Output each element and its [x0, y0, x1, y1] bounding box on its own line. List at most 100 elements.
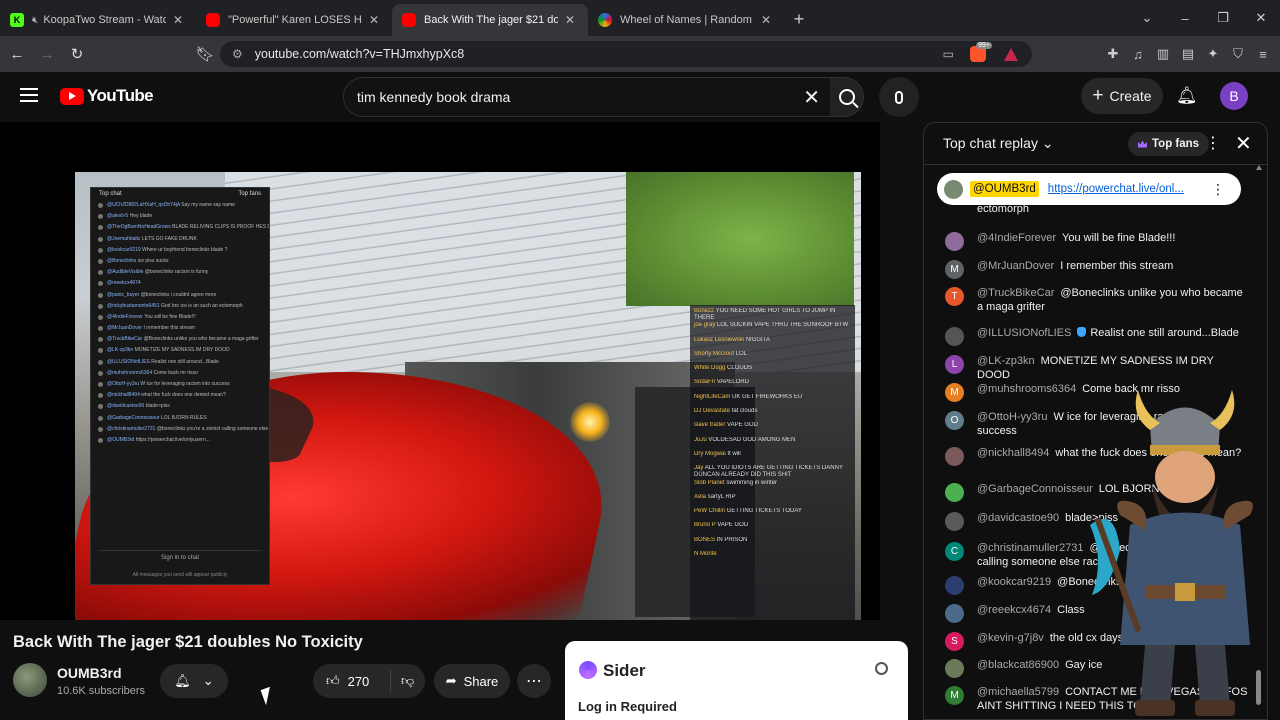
ai-sparkle-icon[interactable]: ✦ — [1204, 46, 1222, 62]
wallet-icon[interactable]: ▤ — [1179, 46, 1197, 62]
brave-rewards-icon[interactable] — [1004, 47, 1018, 61]
chat-author-name[interactable]: @kookcar9219 — [977, 576, 1051, 588]
new-tab-button[interactable]: + — [784, 4, 814, 34]
chat-message[interactable]: T @TruckBikeCar @Boneclinks unlike you who… — [924, 287, 1259, 314]
youtube-logo[interactable]: YouTube — [60, 86, 154, 106]
chat-author-avatar[interactable] — [945, 604, 964, 623]
chat-message[interactable]: M @MrJuanDover I remember this stream — [924, 260, 1259, 279]
minimize-button[interactable]: – — [1166, 11, 1204, 26]
pinned-author[interactable]: @OUMB3rd — [970, 181, 1039, 197]
chat-author-name[interactable]: @GarbageConnoisseur — [977, 483, 1093, 495]
sider-settings-icon[interactable] — [875, 662, 888, 675]
forward-button[interactable]: → — [34, 41, 60, 67]
scroll-up-arrow-icon[interactable] — [1256, 165, 1262, 170]
notifications-bell-icon[interactable]: 🔔︎ — [1176, 86, 1198, 106]
chat-author-avatar[interactable] — [945, 483, 964, 502]
chat-author-avatar[interactable]: T — [945, 287, 964, 306]
chat-mode-dropdown[interactable]: Top chat replay ⌄ — [943, 135, 1054, 152]
pinned-message[interactable]: @OUMB3rd https://powerchat.live/onl... ⋮ — [937, 173, 1241, 205]
pinned-more-icon[interactable]: ⋮ — [1211, 181, 1225, 198]
browser-tab[interactable]: Back With The jager $21 doub ✕ — [392, 4, 588, 36]
chat-author-avatar[interactable] — [945, 447, 964, 466]
browser-tab[interactable]: "Powerful" Karen LOSES HER MIND W ✕ — [196, 4, 392, 36]
chat-author-name[interactable]: @ILLUSIONofLIES — [977, 327, 1071, 339]
chat-author-avatar[interactable]: S — [945, 632, 964, 651]
search-input[interactable]: tim kennedy book drama ✕ — [343, 77, 831, 117]
chat-author-name[interactable]: @4IndieForever — [977, 232, 1056, 244]
chat-author-name[interactable]: @OttoH-yy3ru — [977, 411, 1047, 423]
stream-chat-text: LOL SUCKIN VAPE THRU THE SUNROOF BTW — [717, 322, 849, 329]
channel-avatar[interactable] — [13, 663, 47, 697]
browser-tab[interactable]: K 🔇︎ KoopaTwo Stream - Watch Live o ✕ — [0, 4, 196, 36]
chat-author-name[interactable]: @nickhall8494 — [977, 447, 1049, 459]
search-button[interactable] — [830, 77, 864, 117]
chat-author-avatar[interactable]: L — [945, 355, 964, 374]
close-chat-icon[interactable]: ✕ — [1235, 131, 1252, 156]
chat-author-name[interactable]: @MrJuanDover — [977, 260, 1054, 272]
maximize-button[interactable]: ❐ — [1204, 10, 1242, 26]
chat-author-name[interactable]: @TruckBikeCar — [977, 287, 1054, 299]
dislike-button[interactable]: 👎︎ — [391, 673, 414, 689]
bookmark-icon[interactable]: 🔖︎ — [192, 41, 218, 67]
cast-icon[interactable]: ▭ — [943, 47, 954, 61]
voice-search-button[interactable] — [879, 77, 919, 117]
video-frame[interactable]: Top chat Top fans @UCh2D882LaHXaH_qxDh74… — [75, 172, 861, 620]
chat-message[interactable]: ectomorph — [924, 203, 1259, 217]
overlay-chat-line: @nickhall8494 what the fuck does one den… — [91, 390, 269, 401]
close-tab-icon[interactable]: ✕ — [170, 12, 186, 28]
chat-author-avatar[interactable]: O — [945, 411, 964, 430]
chat-author-name[interactable]: @davidcastoe90 — [977, 512, 1059, 524]
chat-author-avatar[interactable] — [945, 659, 964, 678]
address-bar[interactable]: ⚙ youtube.com/watch?v=THJmxhypXc8 ▭ 99+ — [220, 41, 1032, 67]
chat-author-name[interactable]: @kevin-g7j8v — [977, 632, 1044, 644]
notification-settings-button[interactable]: 🔔︎ ⌄ — [160, 664, 228, 698]
chat-author-avatar[interactable]: M — [945, 383, 964, 402]
sider-login-required[interactable]: Log in Required — [578, 699, 677, 714]
close-window-button[interactable]: ✕ — [1242, 10, 1280, 26]
sidebar-icon[interactable]: ▥ — [1154, 46, 1172, 62]
chat-message[interactable]: @4IndieForever You will be fine Blade!!! — [924, 232, 1259, 251]
chat-author-name[interactable]: @michaella5799 — [977, 686, 1059, 698]
like-button[interactable]: 👍︎ 270 — [313, 670, 391, 692]
muted-tab-icon[interactable]: 🔇︎ — [32, 15, 38, 26]
more-actions-button[interactable]: ⋯ — [517, 664, 551, 698]
menu-icon[interactable] — [20, 88, 38, 102]
top-fans-button[interactable]: Top fans — [1128, 132, 1210, 156]
vpn-shield-icon[interactable]: ⛉ — [1229, 46, 1247, 62]
chat-author-avatar[interactable] — [945, 232, 964, 251]
chat-author-name[interactable]: @reeekcx4674 — [977, 604, 1051, 616]
chat-message[interactable]: L @LK-zp3kn MONETIZE MY SADNESS IM DRY DOO… — [924, 355, 1259, 382]
chat-author-avatar[interactable] — [945, 512, 964, 531]
site-settings-icon[interactable]: ⚙ — [232, 47, 243, 61]
chat-author-avatar[interactable]: M — [945, 260, 964, 279]
chat-author-name[interactable]: @LK-zp3kn — [977, 355, 1035, 367]
chat-more-options-icon[interactable]: ⋮ — [1205, 133, 1221, 153]
overlay-chat-line: @rickybustamonte6451 God bro ice is an s… — [91, 301, 269, 312]
chat-author-avatar[interactable]: C — [945, 542, 964, 561]
chat-author-avatar[interactable] — [945, 576, 964, 595]
music-icon[interactable]: ♫ — [1129, 47, 1147, 62]
reload-button[interactable]: ↻ — [64, 41, 90, 67]
create-button[interactable]: + Create — [1081, 78, 1163, 114]
browser-tab[interactable]: Wheel of Names | Random name pic ✕ — [588, 4, 784, 36]
pinned-link[interactable]: https://powerchat.live/onl... — [1048, 183, 1184, 195]
chat-author-name[interactable]: @christinamuller2731 — [977, 542, 1084, 554]
close-tab-icon[interactable]: ✕ — [758, 12, 774, 28]
close-tab-icon[interactable]: ✕ — [562, 12, 578, 28]
back-button[interactable]: ← — [4, 41, 30, 67]
browser-menu-icon[interactable]: ≡ — [1254, 47, 1272, 62]
chat-message[interactable]: @ILLUSIONofLIES Realist one still around.… — [924, 327, 1259, 346]
video-player[interactable]: Top chat Top fans @UCh2D882LaHXaH_qxDh74… — [0, 122, 880, 620]
tab-search-icon[interactable]: ⌄ — [1128, 10, 1166, 26]
chat-author-avatar[interactable] — [945, 327, 964, 346]
extensions-icon[interactable]: ✚ — [1104, 46, 1122, 62]
account-avatar[interactable]: B — [1220, 82, 1248, 110]
chat-author-name[interactable]: @blackcat86900 — [977, 659, 1059, 671]
chat-author-avatar[interactable]: M — [945, 686, 964, 705]
close-tab-icon[interactable]: ✕ — [366, 12, 382, 28]
chat-author-name[interactable]: @muhshrooms6364 — [977, 383, 1076, 395]
clear-search-icon[interactable]: ✕ — [803, 85, 820, 110]
thumbs-up-icon: 👍︎ — [326, 673, 340, 688]
share-button[interactable]: ➦ Share — [434, 664, 510, 698]
channel-name[interactable]: OUMB3rd — [57, 665, 122, 681]
